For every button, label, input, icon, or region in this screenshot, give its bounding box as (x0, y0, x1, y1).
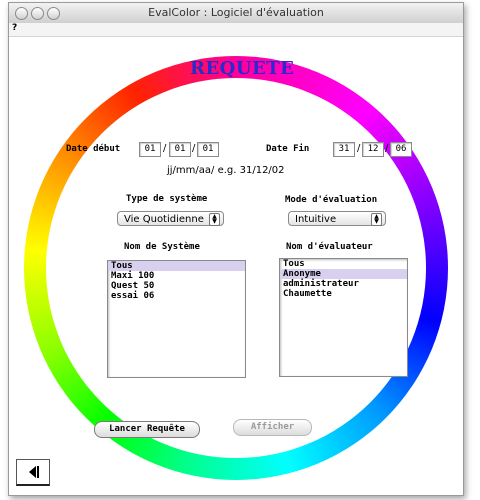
end-month-field[interactable]: 12 (362, 142, 384, 157)
evaluator-name-label: Nom d'évaluateur (286, 242, 373, 252)
start-date-label: Date début (66, 144, 121, 154)
date-separator: / (192, 143, 196, 154)
end-year-field[interactable]: 06 (390, 142, 412, 157)
system-name-list[interactable]: Tous Maxi 100 Quest 50 essai 06 (107, 260, 246, 378)
window-title: EvalColor : Logiciel d'évaluation (148, 6, 324, 19)
system-type-select[interactable]: Vie Quotidienne ▲ ▼ (117, 211, 224, 226)
list-item[interactable]: administrateur (280, 279, 407, 289)
display-button[interactable]: Afficher (233, 419, 312, 436)
back-arrow-icon (29, 466, 36, 478)
menu-bar: ? (9, 23, 463, 37)
eval-mode-value: Intuitive (295, 214, 337, 225)
system-type-value: Vie Quotidienne (124, 214, 204, 225)
end-day-field[interactable]: 31 (333, 142, 355, 157)
date-separator: / (385, 143, 389, 154)
back-button[interactable] (16, 459, 50, 486)
list-item[interactable]: essai 06 (108, 291, 245, 301)
list-item[interactable]: Tous (108, 261, 245, 271)
help-menu[interactable]: ? (12, 23, 17, 33)
date-separator: / (163, 143, 167, 154)
start-year-field[interactable]: 01 (197, 142, 219, 157)
eval-mode-select[interactable]: Intuitive ▲ ▼ (288, 211, 386, 226)
eval-mode-label: Mode d'évaluation (285, 195, 378, 205)
back-bar-icon (37, 466, 39, 478)
list-item[interactable]: Maxi 100 (108, 271, 245, 281)
system-name-label: Nom de Système (124, 242, 200, 252)
list-item[interactable]: Quest 50 (108, 281, 245, 291)
start-day-field[interactable]: 01 (139, 142, 161, 157)
updown-arrows-icon: ▲ ▼ (209, 213, 220, 226)
system-type-label: Type de système (126, 194, 208, 204)
page-title: REQUETE (190, 58, 295, 79)
updown-arrows-icon: ▲ ▼ (371, 213, 382, 226)
start-month-field[interactable]: 01 (169, 142, 191, 157)
list-item[interactable]: Tous (280, 259, 407, 269)
evaluator-name-list[interactable]: Tous Anonyme administrateur Chaumette (279, 258, 408, 377)
run-query-button[interactable]: Lancer Requête (94, 421, 200, 438)
list-item[interactable]: Anonyme (280, 269, 407, 279)
title-bar[interactable]: EvalColor : Logiciel d'évaluation (9, 3, 463, 24)
list-item[interactable]: Chaumette (280, 289, 407, 299)
date-format-hint: jj/mm/aa/ e.g. 31/12/02 (167, 165, 285, 176)
date-separator: / (357, 143, 361, 154)
end-date-label: Date Fin (266, 144, 310, 154)
